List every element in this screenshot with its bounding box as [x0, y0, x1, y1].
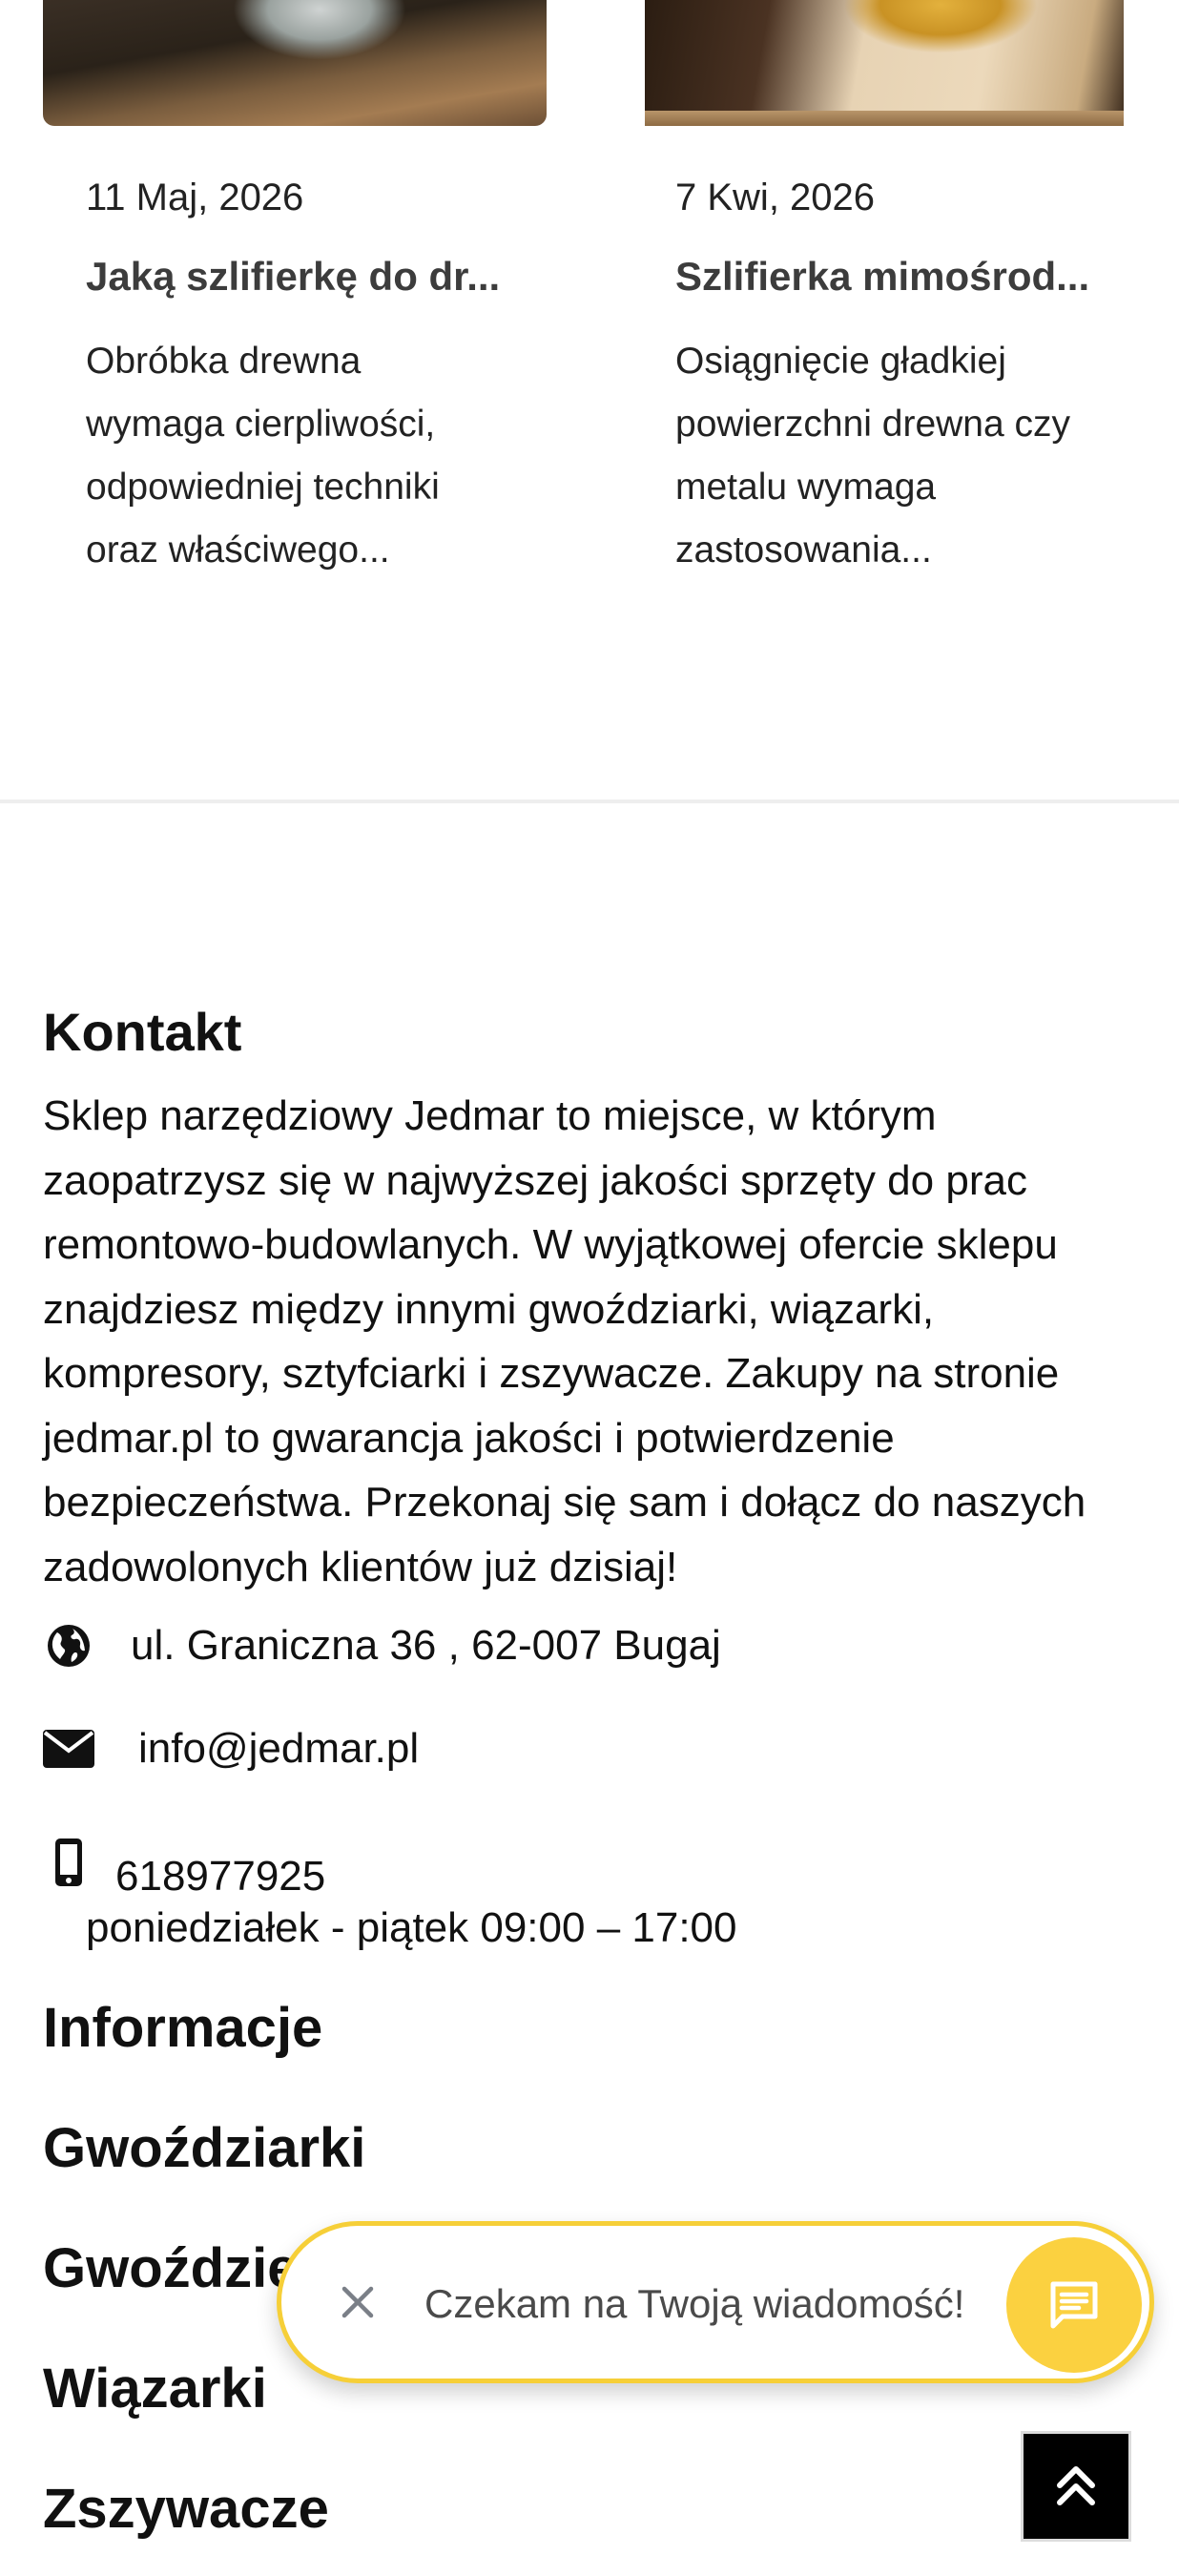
envelope-icon [43, 1723, 94, 1775]
blog-card-date: 11 Maj, 2026 [86, 177, 304, 218]
contact-phone[interactable]: 618977925 [43, 1824, 325, 1901]
blog-card-excerpt: Obróbka drewna wymaga cierpliwości, odpo… [86, 341, 440, 571]
blog-card-date: 7 Kwi, 2026 [675, 177, 876, 218]
footer-link-wiazarki[interactable]: Wiązarki [43, 2357, 267, 2421]
chat-open-button[interactable] [1006, 2237, 1142, 2373]
scroll-to-top-button[interactable] [1021, 2431, 1131, 2542]
chat-message-icon [1050, 2281, 1098, 2329]
blog-card-image[interactable] [43, 0, 547, 126]
blog-card-image[interactable] [645, 0, 1124, 126]
opening-hours: poniedziałek - piątek 09:00 – 17:00 [86, 1904, 737, 1951]
contact-heading: Kontakt [43, 1002, 242, 1062]
close-icon[interactable] [327, 2272, 388, 2333]
footer-link-zszywacze[interactable]: Zszywacze [43, 2477, 329, 2542]
contact-address-text: ul. Graniczna 36 , 62-007 Bugaj [131, 1622, 721, 1669]
globe-icon [43, 1620, 94, 1672]
chat-widget[interactable]: Czekam na Twoją wiadomość! [277, 2221, 1154, 2383]
chat-prompt-text[interactable]: Czekam na Twoją wiadomość! [424, 2279, 964, 2329]
contact-address: ul. Graniczna 36 , 62-007 Bugaj [43, 1620, 721, 1672]
blog-card-title[interactable]: Jaką szlifierkę do dr... [86, 252, 506, 301]
footer-link-informacje[interactable]: Informacje [43, 1996, 322, 2061]
mobile-phone-icon [43, 1837, 94, 1888]
contact-email[interactable]: info@jedmar.pl [43, 1723, 419, 1775]
contact-phone-link[interactable]: 618977925 [115, 1853, 325, 1901]
footer-link-gwozdziarki[interactable]: Gwoździarki [43, 2116, 365, 2181]
blog-card-excerpt: Osiągnięcie gładkiej powierzchni drewna … [675, 341, 1071, 571]
section-divider [0, 800, 1179, 803]
blog-card-title[interactable]: Szlifierka mimośrod... [675, 252, 1095, 301]
contact-email-link[interactable]: info@jedmar.pl [138, 1725, 419, 1773]
double-chevron-up-icon [1057, 2466, 1095, 2505]
footer-link-gwozdzie[interactable]: Gwoździe [43, 2236, 298, 2301]
contact-description: Sklep narzędziowy Jedmar to miejsce, w k… [43, 1092, 1086, 1590]
